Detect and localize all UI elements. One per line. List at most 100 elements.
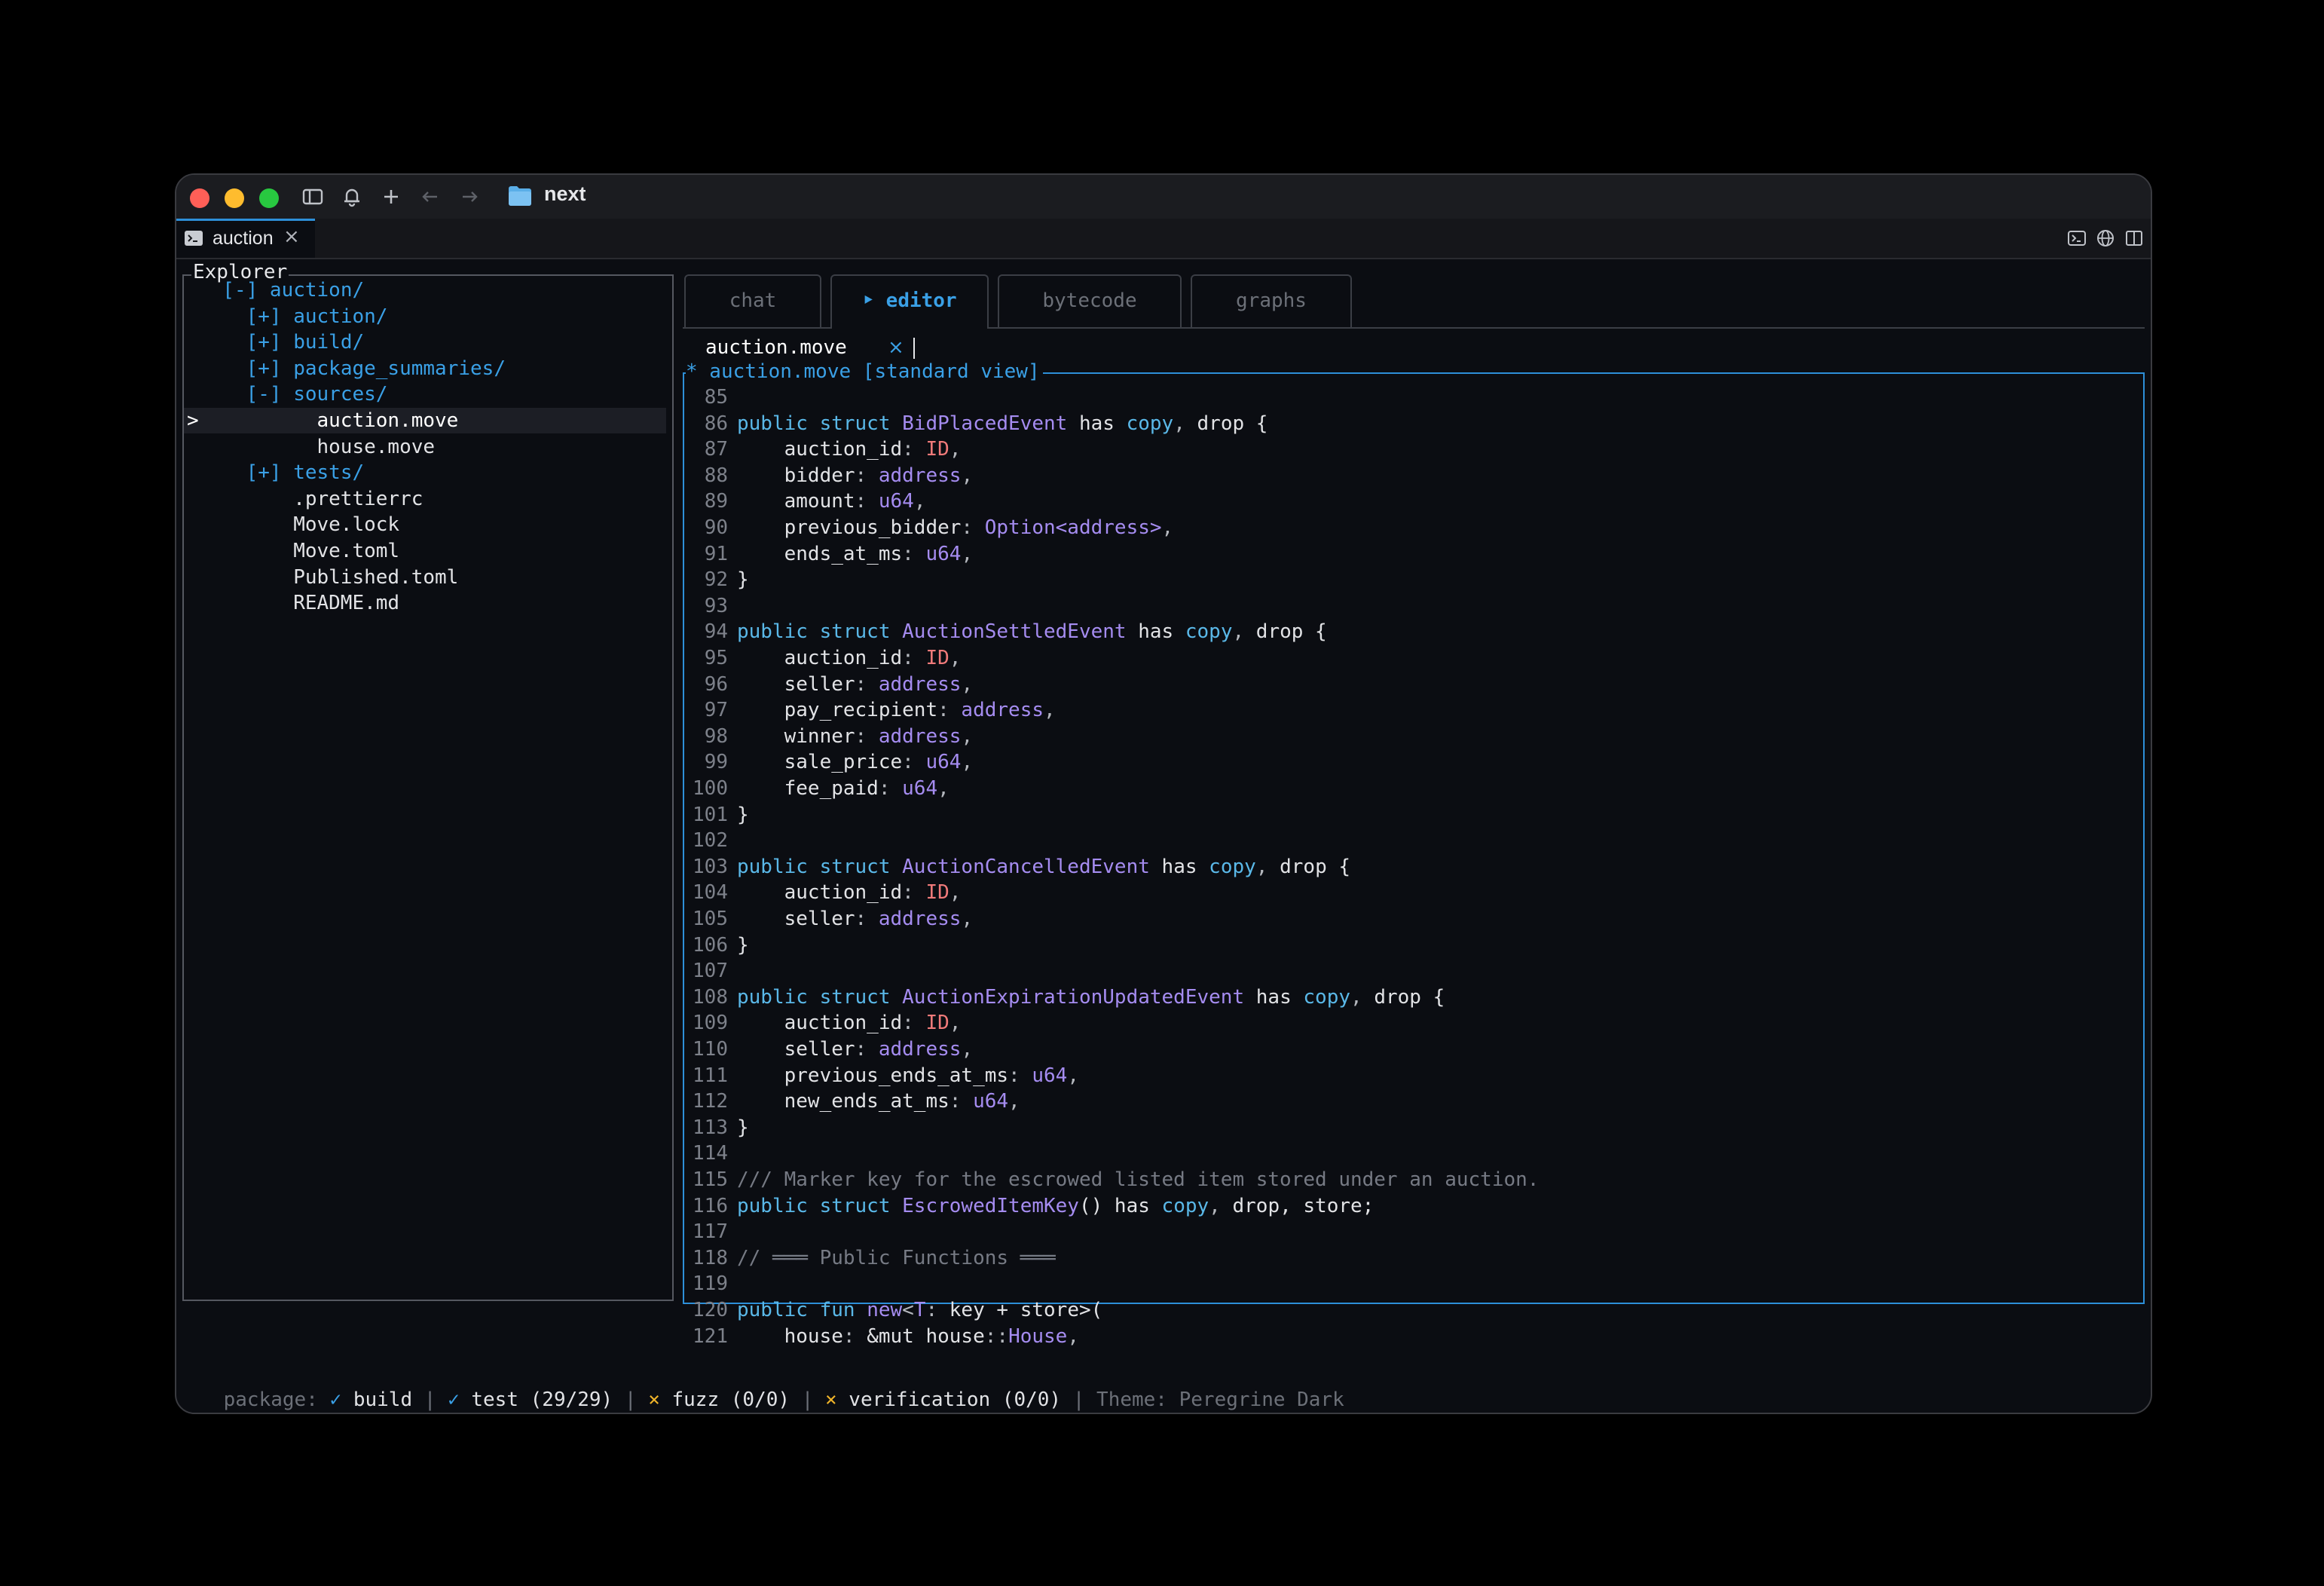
- code-text: auction_id: ID,: [737, 645, 962, 671]
- code-token: ,: [949, 1012, 962, 1035]
- code-token: u64: [902, 777, 938, 800]
- tree-folder[interactable]: [+] auction/: [184, 304, 666, 329]
- plus-icon[interactable]: [378, 184, 404, 210]
- tree-file[interactable]: Move.toml: [184, 538, 666, 564]
- tree-file[interactable]: Published.toml: [184, 565, 666, 590]
- code-token: ,: [961, 542, 974, 565]
- tree-item-label: [-] sources/: [246, 383, 388, 406]
- close-file-tab-icon[interactable]: ×: [888, 335, 904, 360]
- code-token: ID: [925, 881, 949, 905]
- line-number: 101: [693, 803, 728, 826]
- main-panel: chat ‣ editor bytecode graphs auction.mo…: [683, 274, 2145, 1348]
- line-number: 113: [693, 1116, 728, 1139]
- tab-graphs[interactable]: graphs: [1191, 274, 1352, 327]
- folder-icon: [508, 185, 532, 207]
- code-token: ,: [1044, 699, 1056, 722]
- file-tab-auction-move[interactable]: auction.move ×: [695, 335, 915, 362]
- code-token: :: [925, 1299, 949, 1321]
- tree-folder[interactable]: [-] sources/: [184, 381, 666, 407]
- code-token: previous_ends_at_ms: [737, 1064, 1009, 1087]
- code-text: public struct AuctionSettledEvent has co…: [737, 619, 1327, 645]
- line-number: 103: [693, 855, 728, 878]
- line-number: 99: [704, 751, 728, 774]
- code-token: has: [1244, 985, 1304, 1009]
- code-text: public struct AuctionCancelledEvent has …: [737, 854, 1350, 880]
- code-token: ,: [961, 672, 974, 696]
- code-token: :: [937, 699, 962, 722]
- close-window-button[interactable]: [190, 188, 209, 208]
- tab-bytecode[interactable]: bytecode: [998, 274, 1182, 327]
- tree-file[interactable]: README.md: [184, 590, 666, 616]
- tree-item-label: house.move: [316, 435, 436, 458]
- tree-file[interactable]: > auction.move: [184, 408, 666, 433]
- code-token: u64: [973, 1090, 1009, 1113]
- code-token: T: [913, 1299, 926, 1321]
- tree-file[interactable]: .prettierrc: [184, 486, 666, 512]
- code-token: has: [1149, 855, 1209, 878]
- code-token: :: [902, 647, 926, 669]
- code-token: EscrowedItemKey: [902, 1194, 1079, 1217]
- tree-item-label: Published.toml: [293, 565, 459, 589]
- code-text: public struct EscrowedItemKey() has copy…: [737, 1193, 1374, 1219]
- code-token: new_ends_at_ms: [737, 1090, 949, 1113]
- code-text: new_ends_at_ms: u64,: [737, 1088, 1020, 1114]
- code-token: pay_recipient: [737, 699, 938, 722]
- minimize-window-button[interactable]: [225, 188, 244, 208]
- bell-icon[interactable]: [339, 184, 365, 210]
- tree-item-label: Move.lock: [293, 513, 400, 537]
- code-token: ,: [949, 881, 962, 905]
- code-token: ,: [1008, 1090, 1020, 1113]
- code-token: drop {: [1185, 412, 1268, 435]
- maximize-window-button[interactable]: [259, 188, 279, 208]
- line-number: 114: [693, 1142, 728, 1165]
- tree-folder[interactable]: [+] package_summaries/: [184, 356, 666, 381]
- code-token: ,: [961, 464, 974, 487]
- window-title: next: [544, 182, 586, 205]
- code-token: :: [902, 1012, 926, 1035]
- line-number: 115: [693, 1168, 728, 1191]
- code-token: drop, store;: [1220, 1194, 1375, 1217]
- tree-folder[interactable]: [+] build/: [184, 329, 666, 355]
- status-segment: test (29/29): [459, 1389, 625, 1411]
- tree-item-label: [-] auction/: [222, 279, 365, 302]
- code-editor[interactable]: * auction.move [standard view] 85 86 publi…: [683, 359, 2145, 1348]
- code-token: :: [902, 751, 926, 774]
- code-token: winner: [737, 724, 855, 748]
- line-number: 102: [693, 829, 728, 853]
- split-vertical-icon[interactable]: [2124, 228, 2145, 249]
- code-text: winner: address,: [737, 724, 973, 749]
- tree-file[interactable]: Move.lock: [184, 512, 666, 537]
- line-number: 121: [693, 1324, 728, 1348]
- tree-item-label: Move.toml: [293, 540, 400, 562]
- terminal-icon: [184, 229, 203, 247]
- code-token: BidPlacedEvent: [902, 412, 1068, 435]
- tab-chat[interactable]: chat: [684, 274, 821, 327]
- tree-folder[interactable]: [+] tests/: [184, 460, 666, 485]
- line-number: 95: [704, 647, 728, 669]
- tab-editor[interactable]: ‣ editor: [830, 274, 989, 329]
- code-token: }: [737, 933, 749, 957]
- code-text: public struct AuctionExpirationUpdatedEv…: [737, 984, 1445, 1010]
- tab-auction[interactable]: auction ×: [176, 219, 315, 258]
- terminal-view-icon[interactable]: [2066, 228, 2087, 249]
- tree-item-label: auction.move: [316, 409, 459, 432]
- selection-caret: >: [187, 409, 199, 432]
- tree-item-label: [+] build/: [246, 331, 365, 354]
- code-token: fee_paid: [737, 777, 879, 800]
- tree-file[interactable]: house.move: [184, 434, 666, 460]
- back-arrow-icon[interactable]: [417, 184, 443, 210]
- close-tab-icon[interactable]: ×: [283, 225, 300, 248]
- code-token: :: [842, 1324, 867, 1348]
- code-token: :: [855, 672, 879, 696]
- forward-arrow-icon[interactable]: [457, 184, 482, 210]
- globe-icon[interactable]: [2095, 228, 2116, 249]
- code-text: seller: address,: [737, 672, 973, 697]
- line-number: 120: [693, 1299, 728, 1321]
- status-segment: | Theme: Peregrine Dark: [1072, 1389, 1344, 1411]
- tree-folder[interactable]: [-] auction/: [184, 277, 666, 303]
- line-number: 107: [693, 960, 728, 983]
- code-token: ,: [937, 777, 949, 800]
- code-token: u64: [925, 542, 962, 565]
- line-number: 117: [693, 1220, 728, 1244]
- sidebar-toggle-icon[interactable]: [300, 184, 326, 210]
